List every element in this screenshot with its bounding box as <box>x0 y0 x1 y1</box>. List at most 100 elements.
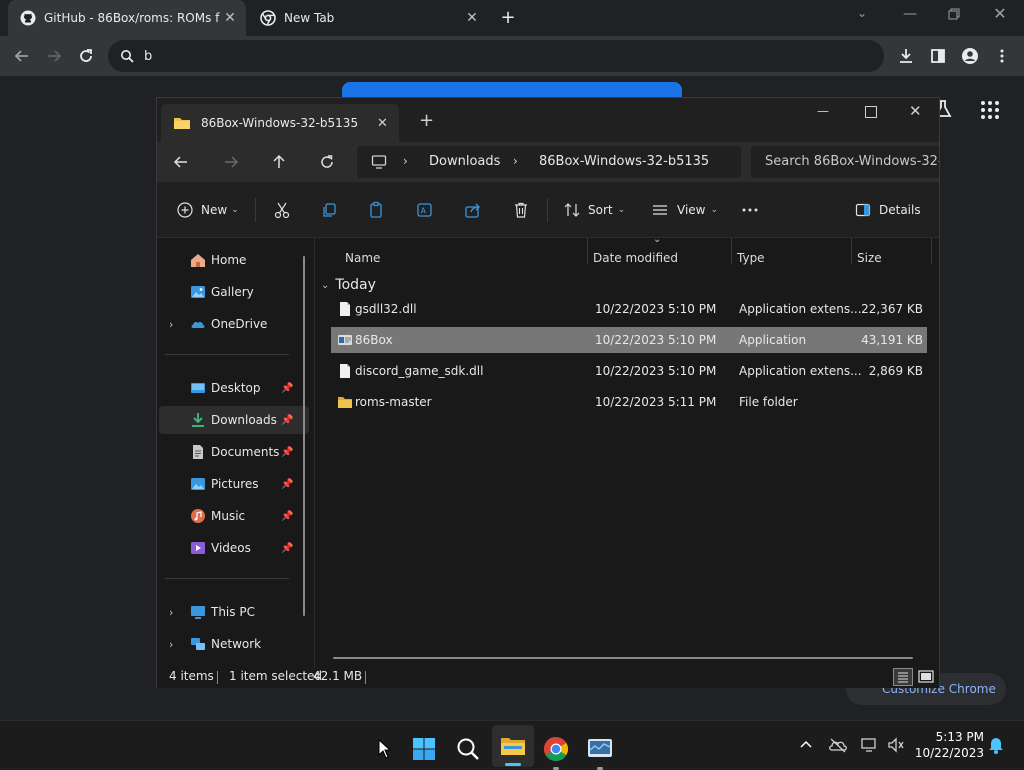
view-button[interactable]: View ⌄ <box>651 198 718 222</box>
cut-button[interactable] <box>273 198 291 222</box>
chrome-close-button[interactable]: ✕ <box>990 4 1010 24</box>
horizontal-scrollbar[interactable] <box>333 657 913 659</box>
pin-icon[interactable]: 📌 <box>281 543 293 554</box>
table-row[interactable]: roms-master 10/22/2023 5:11 PM File fold… <box>331 389 927 415</box>
share-button[interactable] <box>464 198 482 222</box>
reload-button[interactable] <box>74 44 98 68</box>
column-divider[interactable] <box>851 238 852 264</box>
column-divider[interactable] <box>731 238 732 264</box>
explorer-navigation-bar: › Downloads › 86Box-Windows-32-b5135 Sea… <box>157 142 939 182</box>
chrome-menu-icon[interactable] <box>990 44 1014 68</box>
column-header-size[interactable]: Size <box>857 246 882 270</box>
close-tab-icon[interactable]: ✕ <box>220 8 240 28</box>
close-tab-icon[interactable]: ✕ <box>377 116 388 131</box>
column-header-type[interactable]: Type <box>737 246 765 270</box>
group-header-today[interactable]: ⌄ Today <box>321 274 376 296</box>
column-divider[interactable] <box>587 238 588 264</box>
network-tray-icon[interactable] <box>860 735 880 755</box>
search-taskbar-button[interactable] <box>448 729 488 769</box>
tiles-view-button[interactable] <box>917 668 935 686</box>
pin-icon[interactable]: 📌 <box>281 447 293 458</box>
table-row[interactable]: 86Box 10/22/2023 5:10 PM Application 43,… <box>331 327 927 353</box>
more-options-button[interactable] <box>741 198 759 222</box>
sidebar-item-this-pc[interactable]: › This PC <box>159 598 309 626</box>
side-panel-icon[interactable] <box>926 44 950 68</box>
chevron-right-icon[interactable]: › <box>169 318 173 331</box>
details-view-button[interactable] <box>893 668 913 686</box>
sidebar-item-network[interactable]: › Network <box>159 630 309 658</box>
copy-button[interactable] <box>320 198 338 222</box>
pin-icon[interactable]: 📌 <box>281 511 293 522</box>
breadcrumb-downloads[interactable]: Downloads <box>429 154 500 169</box>
sidebar-item-home[interactable]: Home <box>159 246 309 274</box>
sidebar-item-desktop[interactable]: Desktop 📌 <box>159 374 309 402</box>
clock-date: 10/22/2023 <box>914 746 984 760</box>
search-box[interactable]: Search 86Box-Windows-32-b5135 <box>751 146 939 178</box>
sidebar-item-onedrive[interactable]: › OneDrive <box>159 310 309 338</box>
folder-icon <box>174 118 190 129</box>
profile-avatar-icon[interactable] <box>958 44 982 68</box>
download-icon[interactable] <box>894 44 918 68</box>
explorer-maximize-button[interactable] <box>865 106 877 118</box>
ellipsis-icon <box>742 208 758 212</box>
forward-button[interactable] <box>223 154 239 174</box>
breadcrumb-current-folder[interactable]: 86Box-Windows-32-b5135 <box>539 154 709 169</box>
group-label: Today <box>335 277 376 293</box>
column-divider[interactable] <box>931 238 932 264</box>
resource-monitor-taskbar-button[interactable] <box>580 729 620 770</box>
sidebar-scrollbar[interactable] <box>303 256 305 616</box>
start-button[interactable] <box>404 729 444 769</box>
sort-button[interactable]: Sort ⌄ <box>563 198 625 222</box>
show-hidden-icons-button[interactable] <box>796 735 816 755</box>
clock[interactable]: 5:13 PM 10/22/2023 <box>914 729 984 761</box>
rename-button[interactable]: A <box>416 198 434 222</box>
explorer-minimize-button[interactable]: — <box>817 104 829 118</box>
back-button[interactable] <box>173 154 189 174</box>
explorer-tab[interactable]: 86Box-Windows-32-b5135 ✕ <box>161 104 399 142</box>
close-tab-icon[interactable]: ✕ <box>462 8 482 28</box>
chrome-tab-new-tab[interactable]: New Tab ✕ <box>248 0 488 36</box>
table-row[interactable]: gsdll32.dll 10/22/2023 5:10 PM Applicati… <box>331 296 927 322</box>
chrome-taskbar-button[interactable] <box>536 729 576 770</box>
new-tab-button[interactable]: + <box>498 8 518 28</box>
pin-icon[interactable]: 📌 <box>281 383 293 394</box>
sidebar-item-gallery[interactable]: Gallery <box>159 278 309 306</box>
new-button[interactable]: New ⌄ <box>177 198 239 222</box>
pin-icon[interactable]: 📌 <box>281 479 293 490</box>
address-bar[interactable]: b <box>108 40 884 72</box>
tab-search-icon[interactable]: ⌄ <box>852 6 872 26</box>
delete-button[interactable] <box>512 198 530 222</box>
details-pane-button[interactable]: Details <box>855 198 921 222</box>
up-button[interactable] <box>271 154 287 174</box>
column-header-name[interactable]: Name <box>345 246 380 270</box>
new-explorer-tab-button[interactable]: + <box>419 110 434 131</box>
divider <box>165 578 289 579</box>
address-breadcrumb[interactable]: › Downloads › 86Box-Windows-32-b5135 <box>357 146 741 178</box>
paste-button[interactable] <box>368 198 386 222</box>
file-list-pane: Name ⌄ Date modified Type Size ⌄ Today g… <box>315 234 939 668</box>
chrome-tab-github[interactable]: GitHub - 86Box/roms: ROMs for t ✕ <box>8 0 246 36</box>
chevron-right-icon[interactable]: › <box>169 638 173 651</box>
apps-grid-icon[interactable] <box>978 98 1002 122</box>
sidebar-item-downloads[interactable]: Downloads 📌 <box>159 406 309 434</box>
forward-button[interactable] <box>42 44 66 68</box>
refresh-button[interactable] <box>319 154 335 174</box>
file-explorer-taskbar-button[interactable] <box>492 725 534 767</box>
sidebar-item-pictures[interactable]: Pictures 📌 <box>159 470 309 498</box>
mouse-cursor-icon <box>378 738 392 763</box>
onedrive-tray-icon[interactable] <box>828 735 848 755</box>
sidebar-item-music[interactable]: Music 📌 <box>159 502 309 530</box>
sidebar-item-videos[interactable]: Videos 📌 <box>159 534 309 562</box>
chrome-restore-button[interactable] <box>944 4 964 24</box>
explorer-close-button[interactable]: ✕ <box>909 102 922 120</box>
volume-muted-icon[interactable] <box>886 735 906 755</box>
column-header-date-modified[interactable]: Date modified <box>593 246 678 270</box>
table-row[interactable]: discord_game_sdk.dll 10/22/2023 5:10 PM … <box>331 358 927 384</box>
divider <box>255 198 256 222</box>
chrome-minimize-button[interactable]: — <box>900 6 920 26</box>
chevron-right-icon[interactable]: › <box>169 606 173 619</box>
sidebar-item-documents[interactable]: Documents 📌 <box>159 438 309 466</box>
notification-bell-icon[interactable] <box>986 735 1006 755</box>
back-button[interactable] <box>10 44 34 68</box>
pin-icon[interactable]: 📌 <box>281 415 293 426</box>
